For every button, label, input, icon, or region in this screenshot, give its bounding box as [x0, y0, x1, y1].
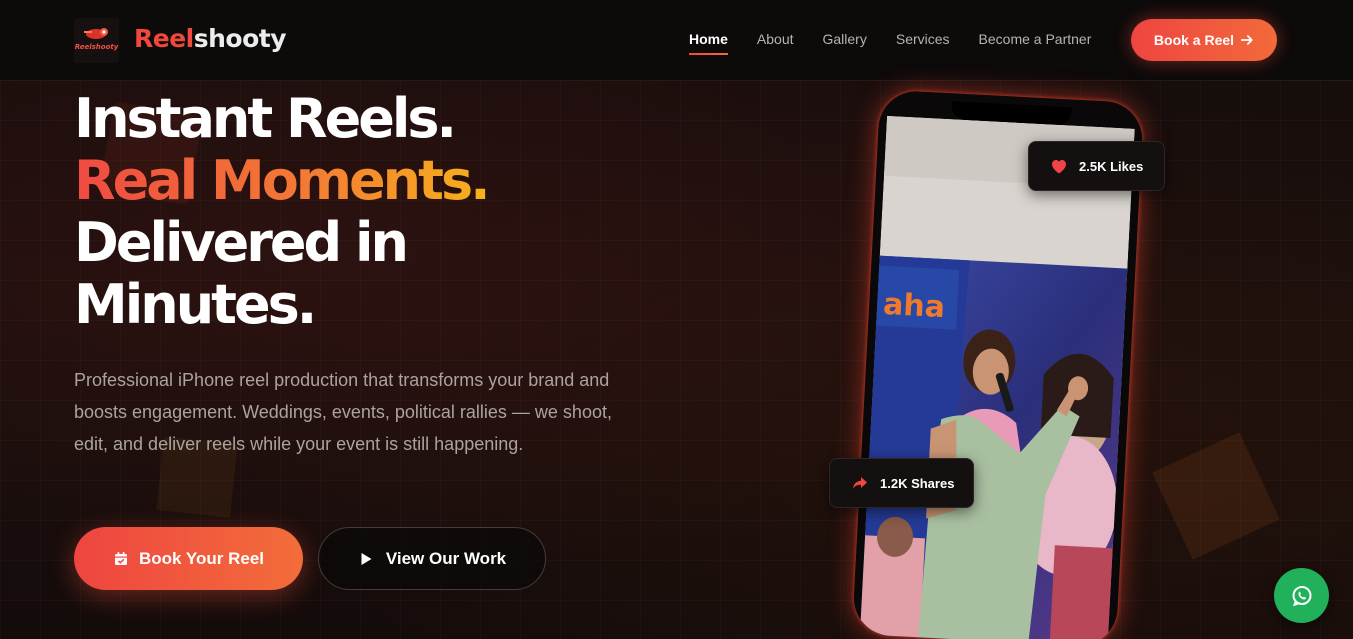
hero-headline: Instant Reels. Real Moments. Delivered i…	[74, 87, 491, 336]
nav-link-services[interactable]: Services	[896, 31, 950, 55]
svg-text:Reelshooty: Reelshooty	[75, 43, 119, 51]
headline-line-1: Instant Reels.	[74, 87, 457, 150]
main-nav: Home About Gallery Services Become a Par…	[689, 31, 1120, 55]
headline-line-3: Delivered in	[74, 211, 409, 274]
nav-link-about[interactable]: About	[757, 31, 794, 55]
book-a-reel-label: Book a Reel	[1153, 32, 1235, 48]
view-our-work-button[interactable]: View Our Work	[318, 527, 546, 590]
brand-name[interactable]: Reelshooty	[134, 24, 287, 53]
share-icon	[853, 477, 867, 489]
brand-name-part2: shooty	[193, 24, 287, 53]
shares-count: 1.2K Shares	[880, 475, 955, 491]
brand-name-part1: Reel	[134, 24, 194, 53]
heart-icon	[1052, 160, 1066, 174]
navbar: Reelshooty Reelshooty Home About Gallery…	[0, 0, 1353, 81]
nav-link-gallery[interactable]: Gallery	[823, 31, 867, 55]
arrow-right-icon	[1240, 35, 1253, 45]
shares-badge: 1.2K Shares	[829, 458, 974, 508]
nav-link-home[interactable]: Home	[689, 31, 728, 55]
likes-badge: 2.5K Likes	[1028, 141, 1165, 191]
likes-count: 2.5K Likes	[1079, 158, 1144, 174]
svg-text:aha: aha	[882, 287, 946, 325]
logo-image[interactable]: Reelshooty	[74, 18, 119, 63]
whatsapp-icon	[1292, 585, 1311, 606]
headline-line-2: Real Moments.	[74, 149, 491, 212]
play-icon	[361, 552, 372, 565]
nav-link-become-partner[interactable]: Become a Partner	[979, 31, 1092, 55]
book-a-reel-button[interactable]: Book a Reel	[1131, 19, 1277, 61]
reel-preview-image: aha	[859, 115, 1135, 639]
book-your-reel-button[interactable]: Book Your Reel	[74, 527, 303, 590]
whatsapp-button[interactable]	[1274, 568, 1329, 623]
view-our-work-label: View Our Work	[385, 548, 507, 568]
book-your-reel-label: Book Your Reel	[138, 548, 264, 568]
calendar-icon	[114, 551, 127, 565]
headline-line-4: Minutes.	[74, 273, 317, 336]
hero-description: Professional iPhone reel production that…	[74, 370, 612, 454]
